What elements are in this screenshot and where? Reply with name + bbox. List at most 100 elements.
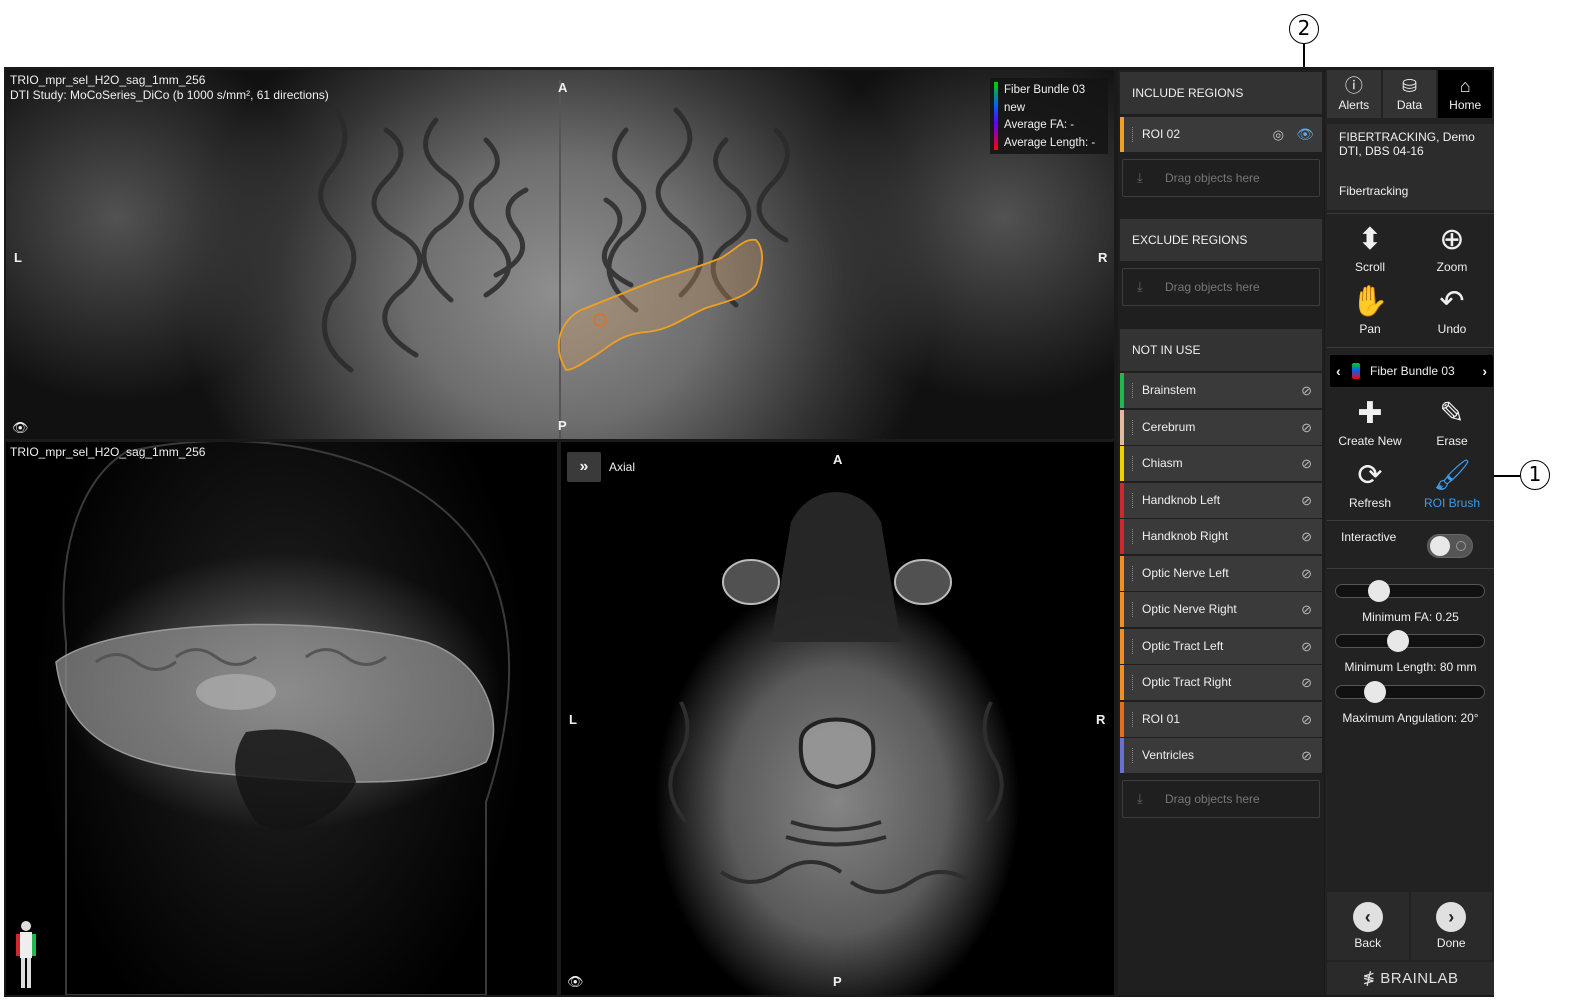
- zoom-button[interactable]: ⊕ Zoom: [1411, 222, 1493, 274]
- bundle-name: Fiber Bundle 03: [1370, 364, 1455, 378]
- brush-icon: 🖌: [1432, 459, 1472, 492]
- region-optic-nerve-left[interactable]: Optic Nerve Left ⊘: [1120, 556, 1322, 591]
- region-label: ROI 01: [1142, 712, 1181, 726]
- include-drop-zone[interactable]: ⤓ Drag objects here: [1122, 159, 1320, 197]
- axial-visibility-icon[interactable]: 👁: [567, 974, 584, 990]
- region-label: Optic Nerve Left: [1142, 566, 1229, 580]
- roi-02-outline: [557, 238, 763, 371]
- eye-hidden-icon[interactable]: ⊘: [1301, 446, 1312, 481]
- exclude-regions-header: EXCLUDE REGIONS: [1120, 219, 1322, 261]
- tab-data[interactable]: ⛁ Data: [1382, 70, 1437, 118]
- drag-handle: [1132, 675, 1133, 690]
- fibertracking-app: TRIO_mpr_sel_H2O_sag_1mm_256 DTI Study: …: [4, 67, 1494, 997]
- region-handknob-right[interactable]: Handknob Right ⊘: [1120, 519, 1322, 554]
- eye-hidden-icon[interactable]: ⊘: [1301, 373, 1312, 408]
- 3d-viewport[interactable]: TRIO_mpr_sel_H2O_sag_1mm_256: [6, 442, 557, 995]
- min-fa-slider[interactable]: [1335, 580, 1485, 602]
- divider: [1327, 213, 1494, 214]
- callout-1: 1: [1520, 460, 1550, 490]
- region-label: Brainstem: [1142, 383, 1197, 397]
- exclude-drop-zone[interactable]: ⤓ Drag objects here: [1122, 268, 1320, 306]
- region-optic-tract-left[interactable]: Optic Tract Left ⊘: [1120, 629, 1322, 664]
- roi-brush-button[interactable]: 🖌 ROI Brush: [1411, 458, 1493, 510]
- eye-hidden-icon[interactable]: ⊘: [1301, 519, 1312, 554]
- interactive-label: Interactive: [1341, 530, 1397, 544]
- eye-hidden-icon[interactable]: ⊘: [1301, 629, 1312, 664]
- refresh-button[interactable]: ⟳ Refresh: [1329, 458, 1411, 510]
- drop-text: Drag objects here: [1165, 792, 1260, 806]
- min-length-slider[interactable]: [1335, 630, 1485, 652]
- eye-hidden-icon[interactable]: ⊘: [1301, 592, 1312, 627]
- drag-handle: [1132, 493, 1133, 508]
- min-fa-label: Minimum FA: 0.25: [1362, 610, 1459, 624]
- region-label: Chiasm: [1142, 456, 1183, 470]
- region-color: [1120, 592, 1124, 627]
- tab-home[interactable]: ⌂ Home: [1438, 70, 1493, 118]
- region-color: [1120, 410, 1124, 445]
- slider-thumb[interactable]: [1364, 681, 1387, 703]
- roi-02-color: [1120, 117, 1124, 152]
- region-ventricles[interactable]: Ventricles ⊘: [1120, 738, 1322, 773]
- not-in-use-drop-zone[interactable]: ⤓ Drag objects here: [1122, 780, 1320, 818]
- brand-text: BRAINLAB: [1380, 970, 1459, 987]
- region-optic-tract-right[interactable]: Optic Tract Right ⊘: [1120, 665, 1322, 700]
- eye-hidden-icon[interactable]: ⊘: [1301, 702, 1312, 737]
- create-new-button[interactable]: ✚ Create New: [1329, 396, 1411, 448]
- region-color: [1120, 665, 1124, 700]
- region-chiasm[interactable]: Chiasm ⊘: [1120, 446, 1322, 481]
- undo-button[interactable]: ↶ Undo: [1411, 284, 1493, 336]
- chevron-right-icon[interactable]: ›: [1482, 355, 1487, 387]
- zoom-icon: ⊕: [1439, 223, 1465, 256]
- erase-label: Erase: [1436, 434, 1468, 448]
- done-button[interactable]: › Done: [1410, 892, 1492, 960]
- back-button[interactable]: ‹ Back: [1327, 892, 1409, 960]
- slider-thumb[interactable]: [1368, 580, 1390, 602]
- create-fiber-icon: ✚: [1357, 397, 1383, 430]
- view-visibility-icon[interactable]: 👁: [12, 420, 29, 436]
- eye-hidden-icon[interactable]: ⊘: [1301, 556, 1312, 591]
- zoom-label: Zoom: [1436, 260, 1468, 274]
- interactive-toggle[interactable]: [1427, 534, 1473, 558]
- region-cerebrum[interactable]: Cerebrum ⊘: [1120, 410, 1322, 445]
- eye-hidden-icon[interactable]: ⊘: [1301, 410, 1312, 445]
- axial-anatomy: [668, 492, 1004, 894]
- drag-handle: [1132, 383, 1133, 398]
- expand-view-button[interactable]: »: [567, 452, 601, 482]
- fiber-bundle-selector[interactable]: ‹ Fiber Bundle 03 ›: [1330, 355, 1493, 387]
- include-regions-header: INCLUDE REGIONS: [1120, 72, 1322, 114]
- region-label: Handknob Right: [1142, 529, 1229, 543]
- drop-text: Drag objects here: [1165, 171, 1260, 185]
- region-optic-nerve-right[interactable]: Optic Nerve Right ⊘: [1120, 592, 1322, 627]
- axial-viewport[interactable]: » Axial A L R P 👁: [561, 442, 1114, 995]
- region-brainstem[interactable]: Brainstem ⊘: [1120, 373, 1322, 408]
- divider: [1327, 520, 1494, 521]
- region-color: [1120, 373, 1124, 408]
- eye-visible-icon[interactable]: 👁: [1296, 117, 1314, 152]
- eye-hidden-icon[interactable]: ⊘: [1301, 665, 1312, 700]
- drag-handle: [1132, 566, 1133, 581]
- chevron-left-icon[interactable]: ‹: [1336, 355, 1341, 387]
- min-length-label: Minimum Length: 80 mm: [1344, 660, 1477, 674]
- erase-button[interactable]: ✎ Erase: [1411, 396, 1493, 448]
- orient-anterior: A: [558, 80, 568, 95]
- axial-orient-posterior: P: [833, 974, 842, 989]
- drop-arrow-icon: ⤓: [1137, 791, 1143, 806]
- region-roi-01[interactable]: ROI 01 ⊘: [1120, 702, 1322, 737]
- tracking-icon[interactable]: ◎: [1273, 117, 1284, 152]
- region-handknob-left[interactable]: Handknob Left ⊘: [1120, 483, 1322, 518]
- tools-panel: ⓘ Alerts ⛁ Data ⌂ Home FIBERTRACKING, De…: [1325, 70, 1494, 995]
- eye-hidden-icon[interactable]: ⊘: [1301, 483, 1312, 518]
- scroll-button[interactable]: ⬍ Scroll: [1329, 222, 1411, 274]
- pan-button[interactable]: ✋ Pan: [1329, 284, 1411, 336]
- slider-thumb[interactable]: [1387, 630, 1410, 652]
- orient-posterior: P: [558, 418, 567, 433]
- patient-orientation-icon: [16, 921, 36, 988]
- tab-alerts[interactable]: ⓘ Alerts: [1327, 70, 1381, 118]
- coronal-viewport[interactable]: TRIO_mpr_sel_H2O_sag_1mm_256 DTI Study: …: [6, 70, 1114, 439]
- hand-icon: ✋: [1351, 285, 1389, 318]
- tab-label: Data: [1396, 98, 1423, 112]
- eye-hidden-icon[interactable]: ⊘: [1301, 738, 1312, 773]
- region-color: [1120, 702, 1124, 737]
- include-roi-02[interactable]: ROI 02 ◎ 👁: [1120, 117, 1322, 152]
- max-angulation-slider[interactable]: [1335, 681, 1485, 703]
